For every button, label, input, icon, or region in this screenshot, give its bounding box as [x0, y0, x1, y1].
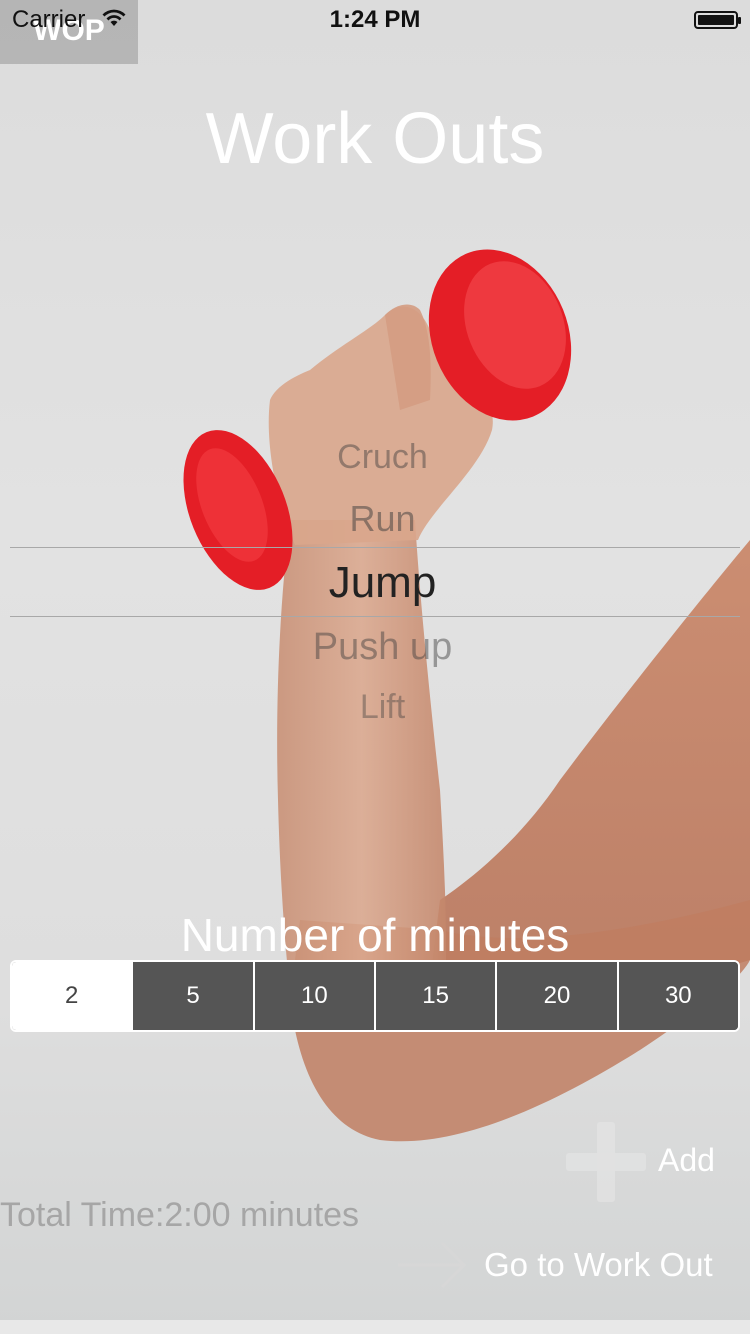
picker-item[interactable]: Lift [0, 688, 750, 727]
picker-selection-bottom-line [10, 616, 740, 617]
segment-20[interactable]: 20 [495, 962, 617, 1030]
picker-selection-top-line [10, 547, 740, 548]
picker-item[interactable]: Run [0, 498, 750, 540]
picker-item[interactable]: Cruch [0, 438, 750, 477]
picker-item-selected[interactable]: Jump [0, 558, 750, 608]
minutes-label: Number of minutes [180, 909, 570, 961]
segment-30[interactable]: 30 [616, 962, 738, 1030]
add-button[interactable]: Add [658, 1142, 715, 1179]
arrow-right-icon[interactable] [396, 1240, 468, 1290]
total-time-label: Total Time:2:00 minutes [0, 1196, 360, 1234]
picker-item[interactable]: Push up [0, 626, 750, 669]
status-time: 1:24 PM [329, 6, 421, 33]
page-title: Work Outs [205, 99, 545, 179]
go-to-workout-button[interactable]: Go to Work Out [484, 1246, 713, 1284]
bottom-bar [0, 1320, 750, 1334]
segment-10[interactable]: 10 [252, 962, 374, 1030]
plus-icon[interactable] [566, 1122, 646, 1202]
minutes-segmented-control[interactable]: 2 5 10 15 20 30 [10, 960, 740, 1032]
segment-2[interactable]: 2 [12, 962, 132, 1030]
segment-5[interactable]: 5 [131, 962, 253, 1030]
segment-15[interactable]: 15 [373, 962, 496, 1030]
battery-icon [694, 11, 741, 29]
